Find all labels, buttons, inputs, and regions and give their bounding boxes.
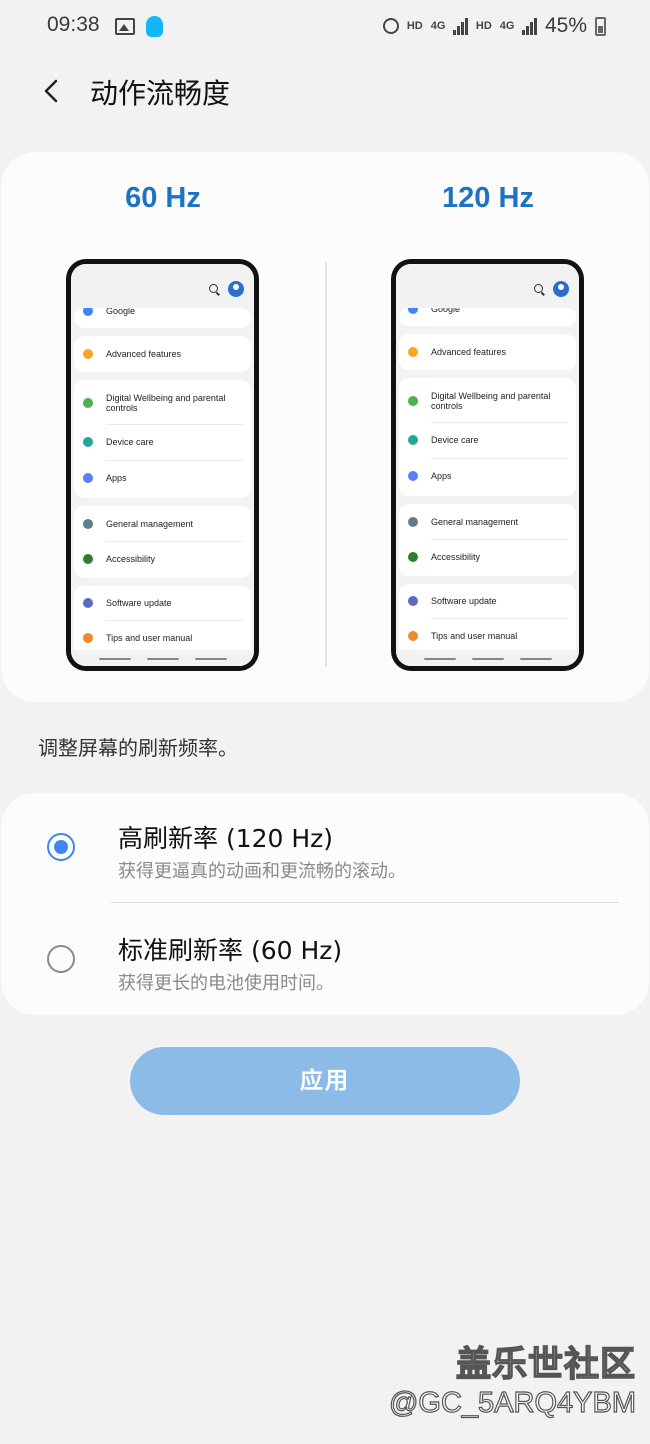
status-indicators: HD 4G HD 4G 45% — [382, 14, 606, 38]
tips-icon — [83, 633, 93, 643]
signal-icon-1 — [453, 17, 468, 35]
status-time: 09:38 — [47, 13, 100, 36]
apps-icon — [408, 471, 418, 481]
mini-item-general: General management — [74, 507, 251, 541]
google-icon — [408, 308, 418, 314]
mini-item-apps: Apps — [399, 459, 576, 493]
radio-high-refresh[interactable] — [47, 833, 75, 861]
preview-card: 60 Hz 120 Hz Google Advanced features Di… — [1, 152, 649, 702]
mini-group: General management Accessibility — [74, 506, 251, 578]
option-subtitle: 获得更长的电池使用时间。 — [118, 973, 334, 994]
preview-divider — [325, 262, 327, 667]
preview-label-60hz: 60 Hz — [125, 182, 201, 214]
qq-notification-icon — [146, 16, 163, 37]
radio-standard-refresh[interactable] — [47, 945, 75, 973]
app-header: 动作流畅度 — [0, 62, 650, 120]
phone-screen: Google Advanced features Digital Wellbei… — [71, 264, 254, 666]
alarm-icon — [382, 18, 399, 34]
watermark-site: 盖乐世社区 — [455, 1344, 636, 1385]
mini-item-software: Software update — [399, 584, 576, 618]
option-title: 标准刷新率 (60 Hz) — [118, 936, 343, 965]
device-care-icon — [83, 437, 93, 447]
mini-item-wellbeing: Digital Wellbeing and parental controls — [74, 384, 251, 422]
status-bar: 09:38 HD 4G HD 4G 45% — [0, 0, 650, 56]
mini-group: Advanced features — [74, 336, 251, 372]
mini-item-apps: Apps — [74, 461, 251, 495]
mini-item-general: General management — [399, 505, 576, 539]
sliders-icon — [83, 519, 93, 529]
refresh-rate-options: 高刷新率 (120 Hz) 获得更逼真的动画和更流畅的滚动。 标准刷新率 (60… — [1, 793, 649, 1015]
hd-label-1: HD — [406, 20, 423, 32]
search-icon — [534, 284, 543, 293]
phone-screen: Google Advanced features Digital Wellbei… — [396, 264, 579, 666]
software-update-icon — [83, 598, 93, 608]
mini-group: Digital Wellbeing and parental controls … — [399, 378, 576, 496]
option-divider — [111, 902, 619, 903]
watermark-user: @GC_5ARQ4YBM — [388, 1386, 636, 1419]
mini-nav-bar — [396, 650, 579, 666]
google-icon — [83, 308, 93, 316]
avatar-icon — [553, 281, 569, 297]
mini-item-tips: Tips and user manual — [399, 619, 576, 653]
software-update-icon — [408, 596, 418, 606]
phone-preview-60hz: Google Advanced features Digital Wellbei… — [66, 259, 259, 671]
page-title: 动作流畅度 — [90, 77, 231, 110]
option-title: 高刷新率 (120 Hz) — [118, 824, 334, 853]
refresh-rate-description: 调整屏幕的刷新频率。 — [38, 736, 238, 760]
mini-item-device-care: Device care — [399, 423, 576, 457]
mini-nav-bar — [71, 650, 254, 666]
mini-group: Digital Wellbeing and parental controls … — [74, 380, 251, 498]
gear-plus-icon — [408, 347, 418, 357]
mini-item-google: Google — [399, 308, 576, 326]
gallery-notification-icon — [115, 18, 135, 35]
wellbeing-icon — [408, 396, 418, 406]
wellbeing-icon — [83, 398, 93, 408]
tips-icon — [408, 631, 418, 641]
mini-item-accessibility: Accessibility — [399, 540, 576, 574]
mini-item-advanced: Advanced features — [74, 337, 251, 371]
network-label-2: 4G — [499, 20, 515, 32]
accessibility-icon — [408, 552, 418, 562]
network-label-1: 4G — [430, 20, 446, 32]
mini-item-device-care: Device care — [74, 425, 251, 459]
mini-group: Google — [74, 308, 251, 328]
phone-preview-120hz: Google Advanced features Digital Wellbei… — [391, 259, 584, 671]
mini-item-advanced: Advanced features — [399, 335, 576, 369]
mini-group: Google — [399, 308, 576, 326]
search-icon — [209, 284, 218, 293]
back-arrow-icon[interactable] — [40, 76, 66, 106]
device-care-icon — [408, 435, 418, 445]
apps-icon — [83, 473, 93, 483]
option-subtitle: 获得更逼真的动画和更流畅的滚动。 — [118, 861, 406, 882]
preview-label-120hz: 120 Hz — [442, 182, 534, 214]
option-standard-refresh[interactable]: 标准刷新率 (60 Hz) 获得更长的电池使用时间。 — [1, 905, 649, 1015]
option-high-refresh[interactable]: 高刷新率 (120 Hz) 获得更逼真的动画和更流畅的滚动。 — [1, 793, 649, 903]
mini-group: General management Accessibility — [399, 504, 576, 576]
mini-item-accessibility: Accessibility — [74, 542, 251, 576]
battery-icon — [595, 16, 606, 36]
accessibility-icon — [83, 554, 93, 564]
signal-icon-2 — [522, 17, 537, 35]
mini-group: Advanced features — [399, 334, 576, 370]
battery-percent: 45% — [544, 14, 587, 37]
hd-label-2: HD — [475, 20, 492, 32]
mini-item-google: Google — [74, 308, 251, 328]
avatar-icon — [228, 281, 244, 297]
gear-plus-icon — [83, 349, 93, 359]
mini-item-software: Software update — [74, 586, 251, 620]
mini-item-wellbeing: Digital Wellbeing and parental controls — [399, 382, 576, 420]
apply-button[interactable]: 应用 — [130, 1047, 520, 1115]
sliders-icon — [408, 517, 418, 527]
